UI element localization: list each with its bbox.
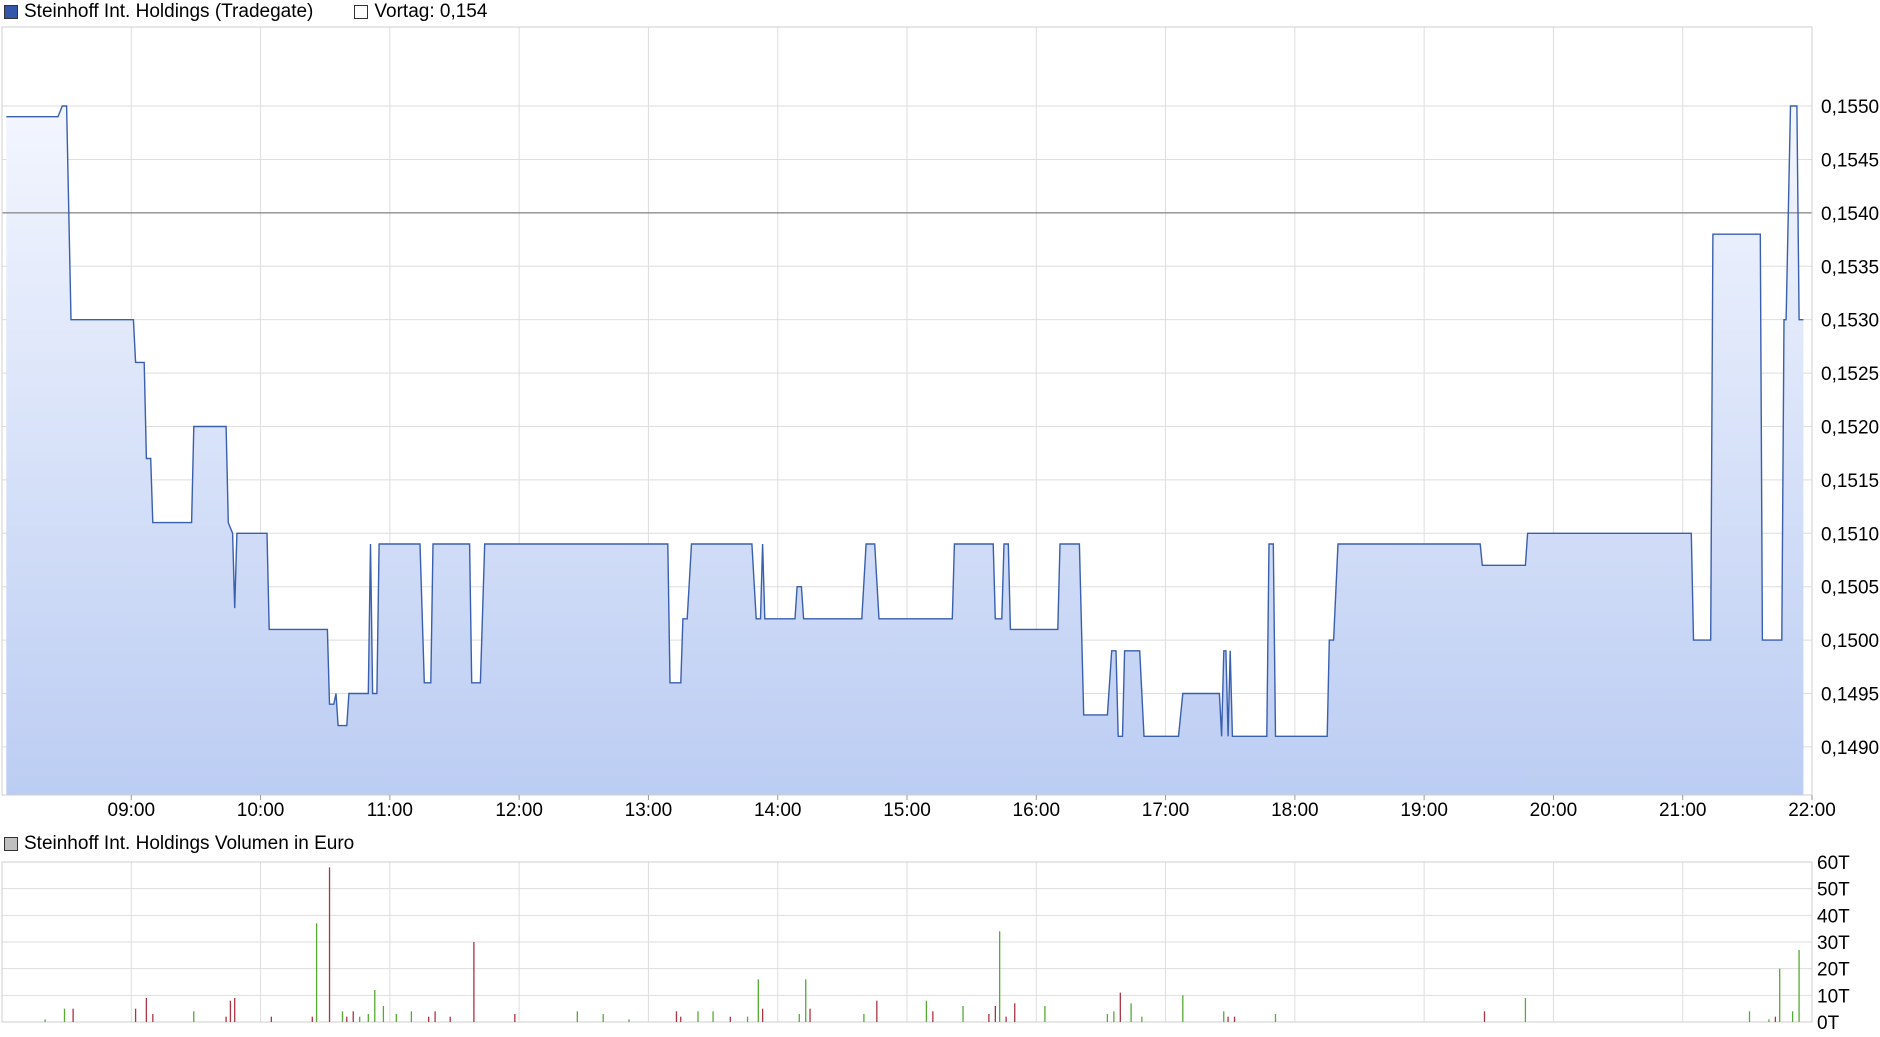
- x-tick-label: 19:00: [1400, 800, 1448, 821]
- price-y-tick-label: 0,1525: [1821, 364, 1879, 385]
- volume-y-tick-label: 10T: [1817, 986, 1850, 1007]
- price-y-tick-label: 0,1515: [1821, 471, 1879, 492]
- volume-y-tick-label: 30T: [1817, 933, 1850, 954]
- x-tick-label: 16:00: [1013, 800, 1061, 821]
- price-y-tick-label: 0,1495: [1821, 685, 1879, 706]
- chart-canvas: 0,1550 0,1545 0,1540 0,1535 0,1530 0,1525 0,15…: [1, 26, 1879, 1034]
- price-area: [6, 106, 1804, 795]
- volume-bars: [44, 867, 1800, 1022]
- time-x-axis: 09:00 10:00 11:00 12:00 13:00 14:00 15:00 16:00…: [108, 795, 1836, 821]
- price-y-tick-label: 0,1530: [1821, 311, 1879, 332]
- volume-y-tick-label: 40T: [1817, 906, 1850, 927]
- price-y-tick-label: 0,1535: [1821, 257, 1879, 278]
- x-tick-label: 18:00: [1271, 800, 1319, 821]
- price-y-tick-label: 0,1500: [1821, 631, 1879, 652]
- x-tick-label: 22:00: [1788, 800, 1836, 821]
- price-y-tick-label: 0,1550: [1821, 97, 1879, 118]
- x-tick-label: 10:00: [237, 800, 285, 821]
- volume-y-tick-label: 0T: [1817, 1013, 1840, 1034]
- price-y-tick-label: 0,1520: [1821, 417, 1879, 438]
- x-tick-label: 13:00: [625, 800, 673, 821]
- price-y-axis: 0,1550 0,1545 0,1540 0,1535 0,1530 0,1525 0,15…: [1821, 97, 1879, 759]
- price-y-tick-label: 0,1505: [1821, 578, 1879, 599]
- x-tick-label: 14:00: [754, 800, 802, 821]
- volume-y-tick-label: 20T: [1817, 960, 1850, 981]
- x-tick-label: 17:00: [1142, 800, 1190, 821]
- x-tick-label: 11:00: [367, 800, 413, 821]
- volume-y-axis: 60T 50T 40T 30T 20T 10T 0T: [1817, 853, 1850, 1034]
- price-y-tick-label: 0,1510: [1821, 524, 1879, 545]
- price-y-tick-label: 0,1545: [1821, 150, 1879, 171]
- x-tick-label: 12:00: [495, 800, 543, 821]
- x-tick-label: 21:00: [1659, 800, 1707, 821]
- price-y-tick-label: 0,1490: [1821, 738, 1879, 759]
- x-tick-label: 09:00: [108, 800, 156, 821]
- volume-grid: [2, 861, 1813, 1023]
- volume-y-tick-label: 60T: [1817, 853, 1850, 874]
- volume-y-tick-label: 50T: [1817, 880, 1850, 901]
- x-tick-label: 20:00: [1530, 800, 1578, 821]
- price-y-tick-label: 0,1540: [1821, 204, 1879, 225]
- x-tick-label: 15:00: [883, 800, 931, 821]
